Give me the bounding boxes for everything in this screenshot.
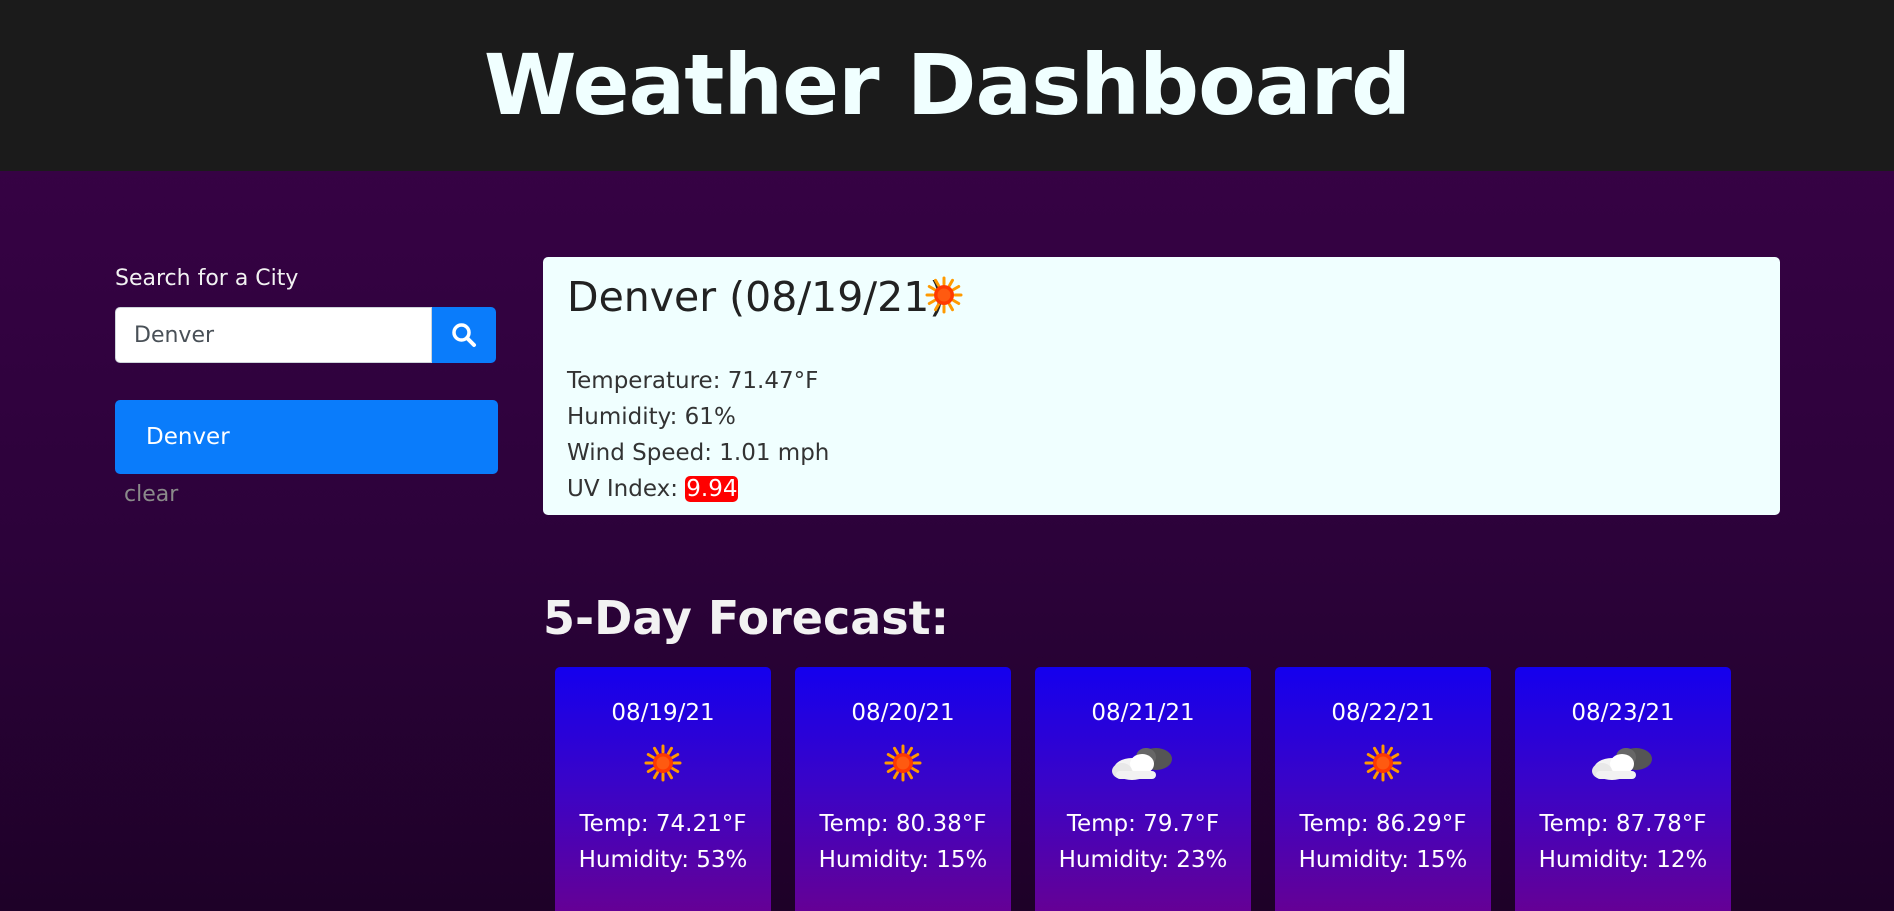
forecast-date: 08/21/21 — [1091, 700, 1195, 726]
sun-icon — [925, 276, 963, 314]
search-label: Search for a City — [115, 266, 299, 291]
forecast-temp: Temp: 86.29°F — [1299, 811, 1467, 837]
forecast-card: 08/21/21 Temp: 79.7°F Humidity: 23% — [1035, 667, 1251, 911]
forecast-humidity: Humidity: 15% — [818, 847, 988, 873]
forecast-date: 08/22/21 — [1331, 700, 1435, 726]
sun-icon — [644, 744, 682, 782]
current-uv-row: UV Index: 9.94 — [567, 471, 829, 507]
uv-index-badge: 9.94 — [685, 476, 739, 502]
sun-icon — [884, 744, 922, 782]
search-button[interactable] — [432, 307, 496, 363]
search-input[interactable] — [115, 307, 432, 363]
page-title: Weather Dashboard — [483, 36, 1411, 134]
forecast-humidity: Humidity: 12% — [1538, 847, 1708, 873]
cloud-icon — [1592, 748, 1652, 780]
history-item-denver[interactable]: Denver — [115, 400, 498, 474]
current-city-title: Denver (08/19/21) — [567, 273, 946, 321]
clear-history-link[interactable]: clear — [124, 480, 178, 510]
forecast-card: 08/23/21 Temp: 87.78°F Humidity: 12% — [1515, 667, 1731, 911]
forecast-temp: Temp: 80.38°F — [819, 811, 987, 837]
search-icon — [452, 323, 476, 347]
forecast-date: 08/19/21 — [611, 700, 715, 726]
current-wind-speed: Wind Speed: 1.01 mph — [567, 440, 830, 466]
current-weather-card: Denver (08/19/21) Temperature: 71.47°F H… — [543, 257, 1780, 515]
uv-label: UV Index: — [567, 476, 686, 502]
forecast-temp: Temp: 79.7°F — [1066, 811, 1220, 837]
current-temperature: Temperature: 71.47°F — [567, 368, 819, 394]
header: Weather Dashboard — [0, 0, 1894, 171]
forecast-card: 08/20/21 Temp: 80.38°F Humidity: 15% — [795, 667, 1011, 911]
forecast-card: 08/22/21 Temp: 86.29°F Humidity: 15% — [1275, 667, 1491, 911]
forecast-temp: Temp: 74.21°F — [579, 811, 747, 837]
forecast-title: 5-Day Forecast: — [543, 591, 950, 645]
current-humidity: Humidity: 61% — [567, 404, 736, 430]
forecast-card: 08/19/21 Temp: 74.21°F Humidity: 53% — [555, 667, 771, 911]
sun-icon — [1364, 744, 1402, 782]
forecast-date: 08/20/21 — [851, 700, 955, 726]
forecast-humidity: Humidity: 15% — [1298, 847, 1468, 873]
forecast-humidity: Humidity: 53% — [578, 847, 748, 873]
cloud-icon — [1112, 748, 1172, 780]
forecast-humidity: Humidity: 23% — [1058, 847, 1228, 873]
forecast-date: 08/23/21 — [1571, 700, 1675, 726]
forecast-temp: Temp: 87.78°F — [1539, 811, 1707, 837]
